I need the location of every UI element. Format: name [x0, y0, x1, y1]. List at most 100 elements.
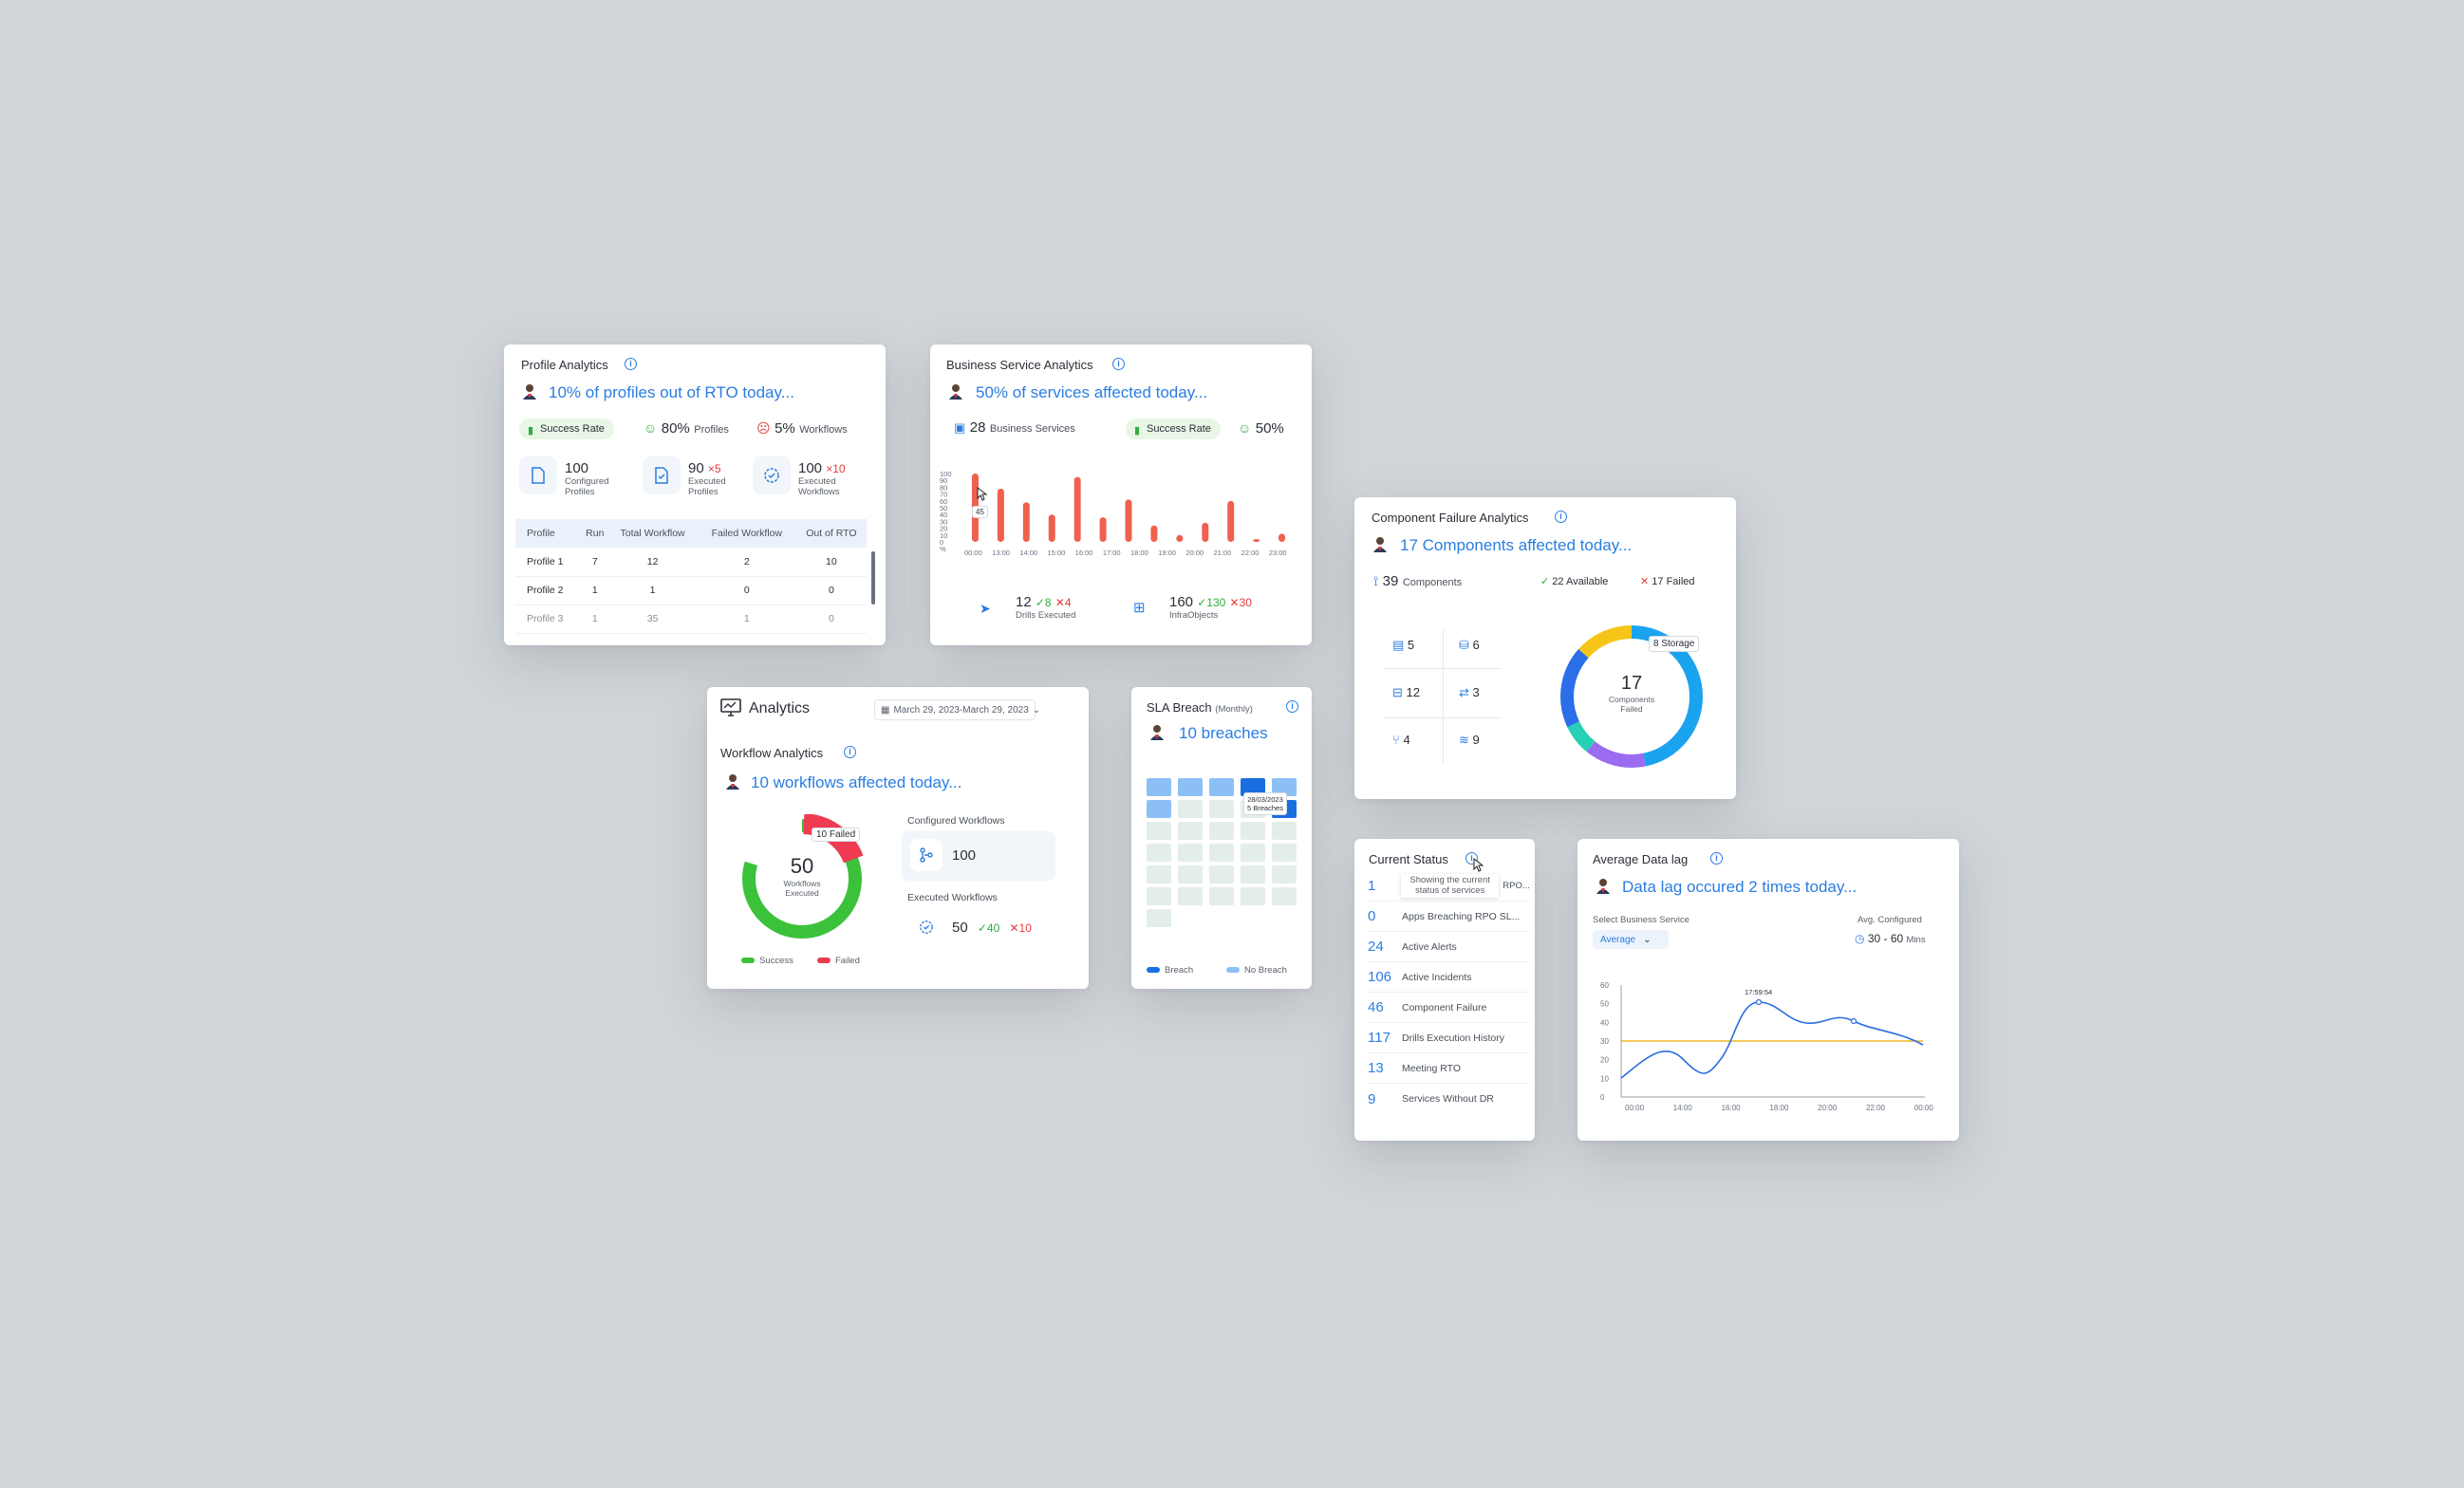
status-row[interactable]: 13 Meeting RTO [1368, 1053, 1529, 1084]
calendar-day-cell[interactable] [1147, 865, 1171, 884]
calendar-day-cell[interactable] [1147, 822, 1171, 840]
component-book[interactable]: ▤ 5 [1392, 638, 1414, 653]
calendar-day-cell[interactable] [1178, 844, 1203, 862]
workflow-headline[interactable]: 10 workflows affected today... [751, 773, 961, 792]
calendar-day-cell[interactable] [1147, 800, 1171, 818]
workflows-rate: ☹ 5% Workflows [756, 420, 848, 437]
status-row-tooltip[interactable]: 1 Showing the current status of services… [1368, 871, 1529, 902]
status-row[interactable]: 9 Services Without DR [1368, 1084, 1529, 1114]
business-service-select[interactable]: Average ⌄ [1593, 930, 1669, 949]
smile-icon: ☺ [1238, 420, 1252, 436]
calendar-day-cell[interactable] [1209, 822, 1234, 840]
smile-icon: ☺ [644, 420, 658, 436]
table-row[interactable]: Profile 1 7 12 2 10 [515, 548, 867, 577]
gear-check-icon [910, 911, 943, 943]
bar[interactable] [1176, 534, 1184, 542]
current-status-card: Current Status i 1 Showing the current s… [1354, 839, 1535, 1141]
info-icon[interactable]: i [1555, 511, 1567, 523]
component-branch[interactable]: ⑂ 4 [1392, 733, 1410, 747]
data-lag-line[interactable] [1620, 1001, 1924, 1079]
bar[interactable] [1150, 525, 1158, 542]
calendar-day-cell[interactable] [1147, 909, 1171, 927]
success-pct: ☺ 50% [1238, 420, 1284, 437]
bar[interactable] [1202, 522, 1209, 542]
grid-icon: ⊞ [1133, 600, 1146, 616]
calendar-day-cell[interactable] [1241, 844, 1265, 862]
status-row[interactable]: 0 Apps Breaching RPO SL... [1368, 902, 1529, 932]
bar[interactable] [997, 488, 1004, 542]
info-icon[interactable]: i [625, 358, 637, 370]
table-row[interactable]: Profile 3 1 35 1 0 [515, 604, 867, 634]
calendar-day-cell[interactable] [1272, 844, 1297, 862]
info-icon[interactable]: i [1710, 852, 1723, 865]
grid-divider-h2 [1383, 717, 1502, 718]
calendar-day-cell[interactable] [1147, 778, 1171, 796]
success-rate-badge: ▮ Success Rate [1126, 418, 1221, 439]
bar[interactable] [1279, 533, 1286, 542]
bar[interactable] [1253, 539, 1260, 542]
bar[interactable] [1048, 514, 1055, 542]
card-title: Average Data lag [1593, 852, 1689, 866]
calendar-icon: ▦ [881, 704, 890, 716]
calendar-day-cell[interactable] [1178, 887, 1203, 905]
calendar-day-cell[interactable] [1272, 887, 1297, 905]
status-row[interactable]: 106 Active Incidents [1368, 962, 1529, 993]
executed-profiles-stat: 90 ×5 Executed Profiles [688, 460, 726, 497]
calendar-day-cell[interactable] [1178, 822, 1203, 840]
executed-workflows-label: Executed Workflows [907, 892, 998, 903]
column-header[interactable]: Total Workflow [607, 519, 698, 548]
calendar-day-cell[interactable] [1241, 865, 1265, 884]
profile-headline[interactable]: 10% of profiles out of RTO today... [549, 383, 794, 402]
configured-workflows-value: 100 [952, 847, 977, 864]
failed-count: ✕ 17 Failed [1640, 576, 1695, 587]
y-tick-label: 40 [1600, 1018, 1609, 1027]
data-lag-headline[interactable]: Data lag occured 2 times today... [1622, 878, 1857, 897]
calendar-day-cell[interactable] [1272, 865, 1297, 884]
column-header[interactable]: Out of RTO [795, 519, 867, 548]
table-scrollbar[interactable] [871, 551, 875, 604]
calendar-day-cell[interactable] [1178, 800, 1203, 818]
executed-workflows-values: 50 ✓40 ✕10 [952, 920, 1032, 936]
bar-chart-icon: ▮ [1134, 425, 1141, 437]
bar[interactable] [1125, 499, 1132, 542]
calendar-day-cell[interactable] [1241, 822, 1265, 840]
column-header[interactable]: Failed Workflow [697, 519, 796, 548]
info-icon[interactable]: i [844, 746, 856, 758]
business-headline[interactable]: 50% of services affected today... [976, 383, 1207, 402]
calendar-day-cell[interactable] [1241, 887, 1265, 905]
sla-headline[interactable]: 10 breaches [1179, 724, 1268, 743]
calendar-day-cell[interactable] [1209, 844, 1234, 862]
bar[interactable] [1073, 476, 1081, 542]
status-row[interactable]: 117 Drills Execution History [1368, 1023, 1529, 1053]
calendar-day-cell[interactable] [1178, 778, 1203, 796]
workflow-analytics-card: Analytics ▦ March 29, 2023-March 29, 202… [707, 687, 1089, 989]
status-row[interactable]: 46 Component Failure [1368, 993, 1529, 1023]
calendar-day-cell[interactable] [1147, 844, 1171, 862]
column-header[interactable]: Run [582, 519, 608, 548]
calendar-day-cell[interactable] [1209, 865, 1234, 884]
column-header[interactable]: Profile [515, 519, 583, 548]
calendar-day-cell[interactable] [1178, 865, 1203, 884]
calendar-day-cell[interactable] [1147, 887, 1171, 905]
calendar-day-cell[interactable] [1209, 887, 1234, 905]
workflow-icon [910, 839, 943, 871]
status-row[interactable]: 24 Active Alerts [1368, 932, 1529, 962]
info-icon[interactable]: i [1286, 700, 1298, 713]
component-headline[interactable]: 17 Components affected today... [1400, 536, 1632, 555]
table-row[interactable]: Profile 2 1 1 0 0 [515, 576, 867, 605]
calendar-day-cell[interactable] [1209, 778, 1234, 796]
component-sync[interactable]: ⇄ 3 [1459, 685, 1480, 700]
bar[interactable] [1227, 500, 1235, 542]
component-drive[interactable]: ⊟ 12 [1392, 685, 1420, 700]
calendar-day-cell[interactable] [1209, 800, 1234, 818]
info-icon[interactable]: i [1112, 358, 1125, 370]
data-point[interactable] [1755, 998, 1763, 1006]
data-point[interactable] [1850, 1017, 1857, 1025]
avatar-icon [1596, 879, 1610, 894]
component-database[interactable]: ⛁ 6 [1459, 638, 1480, 653]
component-layers[interactable]: ≋ 9 [1459, 733, 1480, 748]
bar[interactable] [1022, 502, 1030, 542]
date-range-picker[interactable]: ▦ March 29, 2023-March 29, 2023 ⌄ [874, 699, 1040, 720]
calendar-day-cell[interactable] [1272, 822, 1297, 840]
bar[interactable] [1099, 517, 1107, 542]
